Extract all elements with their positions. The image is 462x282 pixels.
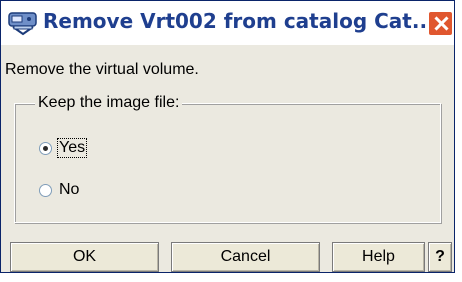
radio-option-no[interactable]: No xyxy=(39,178,80,202)
radio-option-yes[interactable]: Yes xyxy=(39,136,88,160)
dialog-content: Remove the virtual volume. Keep the imag… xyxy=(1,45,454,272)
groupbox-label: Keep the image file: xyxy=(35,94,183,112)
whats-this-button[interactable]: ? xyxy=(428,242,452,272)
help-button[interactable]: Help xyxy=(332,242,425,272)
window-title: Remove Vrt002 from catalog Cat... xyxy=(43,9,435,33)
dialog-window: Remove Vrt002 from catalog Cat... Remove… xyxy=(0,0,455,273)
keep-image-groupbox xyxy=(14,103,441,223)
close-icon[interactable] xyxy=(428,11,453,36)
radio-button-yes[interactable] xyxy=(39,141,52,155)
radio-button-no[interactable] xyxy=(39,183,52,197)
dialog-message: Remove the virtual volume. xyxy=(5,61,199,78)
cancel-button[interactable]: Cancel xyxy=(171,242,320,272)
radio-label-no[interactable]: No xyxy=(58,181,80,199)
title-bar[interactable]: Remove Vrt002 from catalog Cat... xyxy=(1,1,454,45)
ok-button[interactable]: OK xyxy=(10,242,159,272)
radio-label-yes[interactable]: Yes xyxy=(56,138,88,158)
catalog-disk-icon xyxy=(8,10,38,36)
